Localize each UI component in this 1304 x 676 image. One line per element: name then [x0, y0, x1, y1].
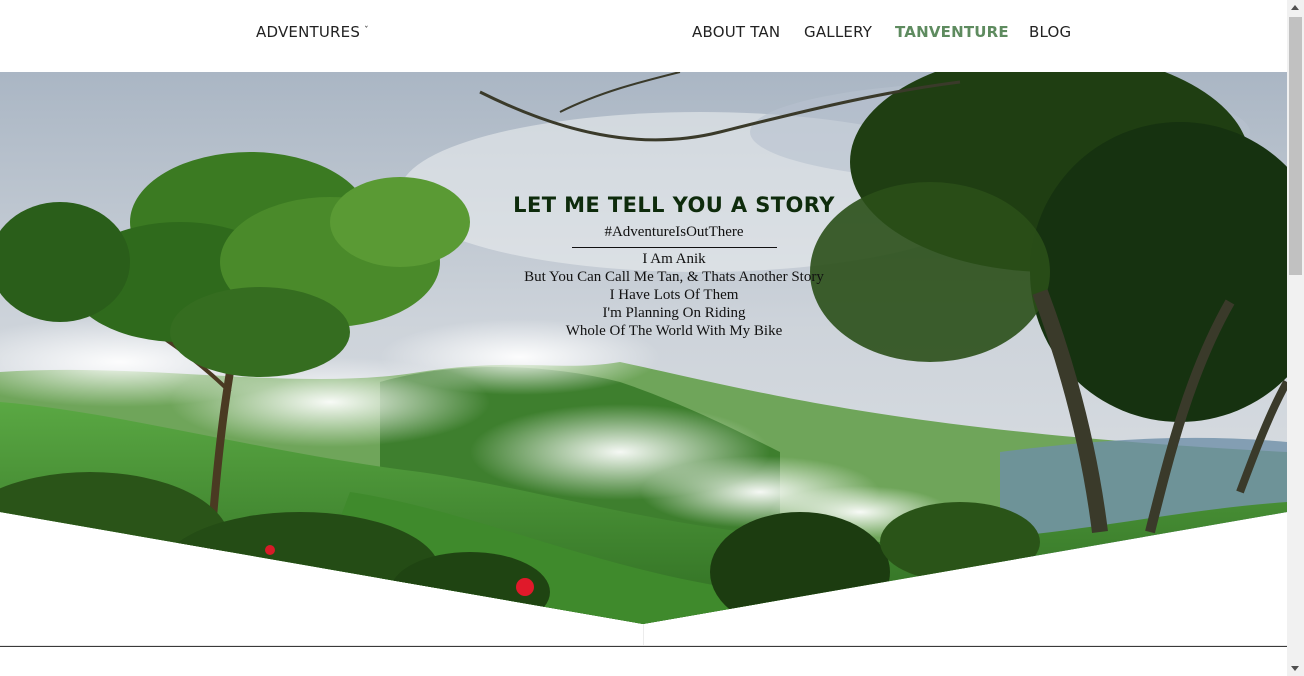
nav-adventures-dropdown[interactable]: ADVENTURES ˇ [256, 23, 369, 41]
top-navbar: ADVENTURES ˇ ABOUT TAN GALLERY TANVENTURE… [0, 0, 1287, 72]
nav-blog[interactable]: BLOG [1029, 23, 1071, 41]
chevron-down-icon: ˇ [364, 26, 369, 36]
hero-landscape-image [0, 72, 1287, 624]
scroll-up-arrow-icon[interactable] [1291, 5, 1299, 10]
scrollbar-thumb[interactable] [1289, 17, 1302, 275]
hero-text-block: LET ME TELL YOU A STORY #AdventureIsOutT… [444, 188, 904, 340]
hero-line: But You Can Call Me Tan, & Thats Another… [524, 269, 824, 285]
hero-hashtag: #AdventureIsOutThere [604, 224, 744, 240]
section-split-line [643, 624, 644, 646]
hero-title: LET ME TELL YOU A STORY [513, 193, 835, 217]
scroll-down-arrow-icon[interactable] [1291, 666, 1299, 671]
hero-line: Whole Of The World With My Bike [565, 323, 783, 339]
hero-line: I'm Planning On Riding [602, 305, 746, 321]
page-scrollbar[interactable] [1287, 0, 1304, 676]
hero-divider [571, 247, 777, 248]
nav-adventures-label: ADVENTURES [256, 23, 361, 41]
nav-about-tan[interactable]: ABOUT TAN [692, 23, 780, 41]
nav-gallery[interactable]: GALLERY [804, 23, 872, 41]
nav-tanventure[interactable]: TANVENTURE [895, 23, 1009, 41]
hero-line: I Have Lots Of Them [609, 287, 739, 303]
hero-section: LET ME TELL YOU A STORY #AdventureIsOutT… [0, 72, 1287, 624]
hero-line: I Am Anik [642, 251, 706, 267]
section-divider [0, 646, 1287, 647]
